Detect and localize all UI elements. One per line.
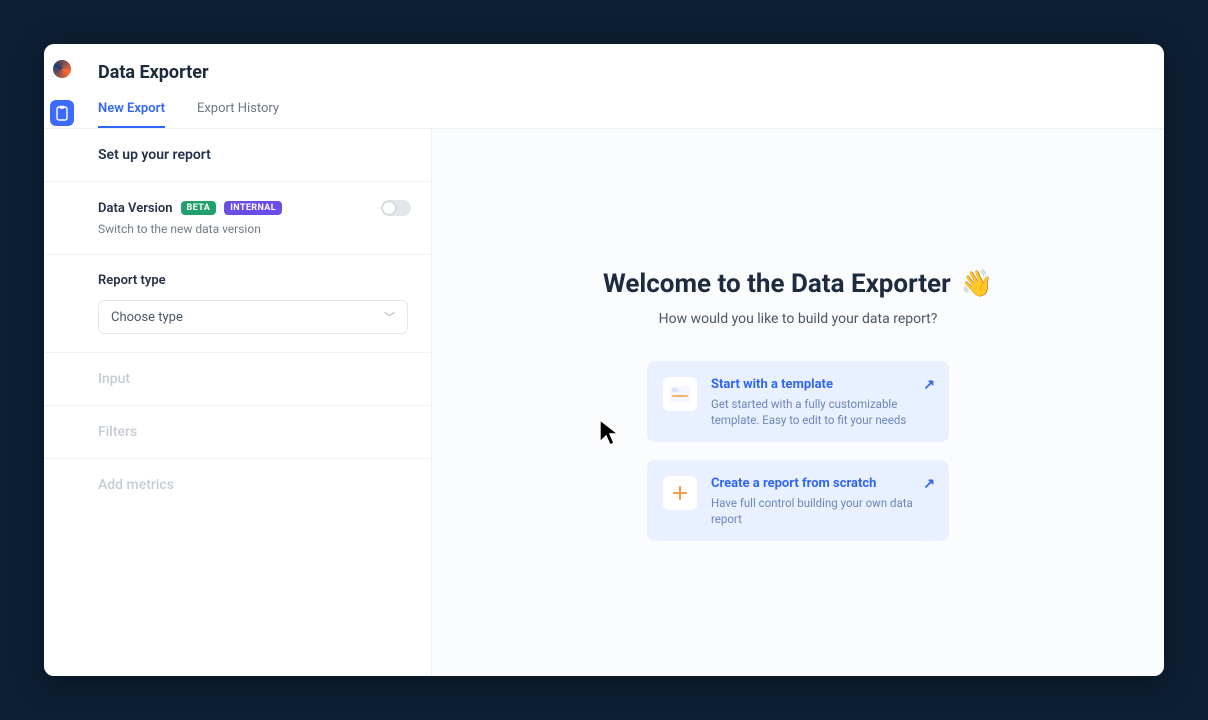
section-report-type: Report type Choose type ﹀ [44, 255, 431, 353]
body: Set up your report Data Version BETA INT… [44, 129, 1164, 676]
report-type-label: Report type [98, 273, 411, 288]
section-data-version: Data Version BETA INTERNAL Switch to the… [44, 182, 431, 255]
tab-new-export[interactable]: New Export [98, 101, 165, 128]
data-version-toggle[interactable] [381, 200, 411, 216]
app-window: Data Exporter New Export Export History … [44, 44, 1164, 676]
section-filters: Filters [44, 406, 431, 459]
badge-internal: INTERNAL [224, 201, 282, 215]
card-start-template[interactable]: Start with a template Get started with a… [647, 361, 949, 442]
clipboard-nav-button[interactable] [50, 100, 74, 126]
page-title: Data Exporter [98, 62, 1164, 83]
add-metrics-label: Add metrics [98, 477, 411, 493]
report-type-select[interactable]: Choose type ﹀ [98, 300, 408, 334]
right-panel: Welcome to the Data Exporter 👋 How would… [432, 129, 1164, 676]
badge-beta: BETA [181, 201, 217, 215]
tab-export-history[interactable]: Export History [197, 101, 279, 128]
card-scratch-title: Create a report from scratch [711, 476, 933, 491]
report-type-placeholder: Choose type [111, 310, 183, 325]
arrow-icon: ↗ [923, 377, 935, 393]
section-setup: Set up your report [44, 129, 431, 182]
welcome: Welcome to the Data Exporter 👋 How would… [432, 269, 1164, 541]
welcome-sub: How would you like to build your data re… [432, 311, 1164, 327]
section-add-metrics: Add metrics [44, 459, 431, 511]
card-scratch-sub: Have full control building your own data… [711, 495, 933, 527]
plus-icon [663, 476, 697, 510]
side-rail [44, 44, 80, 676]
welcome-title: Welcome to the Data Exporter [603, 269, 951, 299]
card-template-title: Start with a template [711, 377, 933, 392]
data-version-sub: Switch to the new data version [98, 222, 411, 236]
clipboard-icon [55, 105, 69, 121]
template-icon [663, 377, 697, 411]
section-input: Input [44, 353, 431, 406]
card-template-sub: Get started with a fully customizable te… [711, 396, 933, 428]
chevron-down-icon: ﹀ [384, 309, 395, 325]
tabs: New Export Export History [98, 101, 1164, 128]
data-version-label: Data Version [98, 201, 173, 216]
setup-title: Set up your report [98, 147, 411, 163]
filters-label: Filters [98, 424, 411, 440]
card-create-scratch[interactable]: Create a report from scratch Have full c… [647, 460, 949, 541]
arrow-icon: ↗ [923, 476, 935, 492]
wave-emoji-icon: 👋 [961, 269, 993, 299]
header: Data Exporter New Export Export History [44, 44, 1164, 128]
left-panel: Set up your report Data Version BETA INT… [44, 129, 432, 676]
input-label: Input [98, 371, 411, 387]
brand-logo-icon [53, 60, 71, 78]
